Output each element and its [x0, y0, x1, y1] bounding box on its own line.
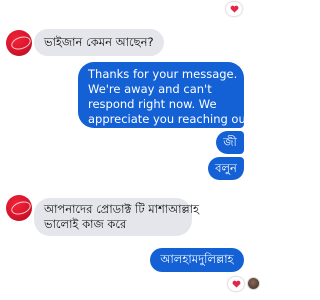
chat-thread: ভাইজান কেমন আছেন? Thanks for your messag… — [0, 0, 263, 300]
outgoing-message[interactable]: জী — [216, 131, 244, 154]
seen-avatar — [247, 277, 260, 290]
outgoing-auto-reply[interactable]: Thanks for your message. We're away and … — [78, 62, 254, 128]
message-text-line: We're away and can't — [88, 82, 212, 96]
message-text: বলুন — [215, 161, 237, 175]
sender-avatar[interactable] — [6, 30, 32, 56]
message-text-line: আপনাদের প্রোডাক্ট টি মাশাআল্লাহ — [44, 202, 200, 216]
message-text: জী — [223, 135, 237, 149]
heart-reaction[interactable] — [226, 2, 242, 16]
outgoing-message[interactable]: আলহামদুলিল্লাহ — [150, 248, 244, 272]
message-text-line: ভালোই কাজ করে — [44, 217, 127, 231]
message-text-line: respond right now. We — [88, 97, 217, 111]
message-text: ভাইজান কেমন আছেন? — [44, 35, 154, 49]
incoming-message[interactable]: আপনাদের প্রোডাক্ট টি মাশাআল্লাহ ভালোই কা… — [34, 198, 200, 236]
incoming-message[interactable]: ভাইজান কেমন আছেন? — [34, 29, 164, 56]
message-text-line: appreciate you reaching out. — [88, 112, 254, 126]
message-text-line: Thanks for your message. — [88, 67, 238, 81]
message-text: আলহামদুলিল্লাহ — [160, 252, 234, 266]
heart-icon — [232, 280, 240, 288]
heart-reaction[interactable] — [228, 277, 244, 291]
outgoing-message[interactable]: বলুন — [208, 157, 244, 180]
heart-icon — [230, 5, 238, 13]
sender-avatar[interactable] — [6, 195, 32, 221]
